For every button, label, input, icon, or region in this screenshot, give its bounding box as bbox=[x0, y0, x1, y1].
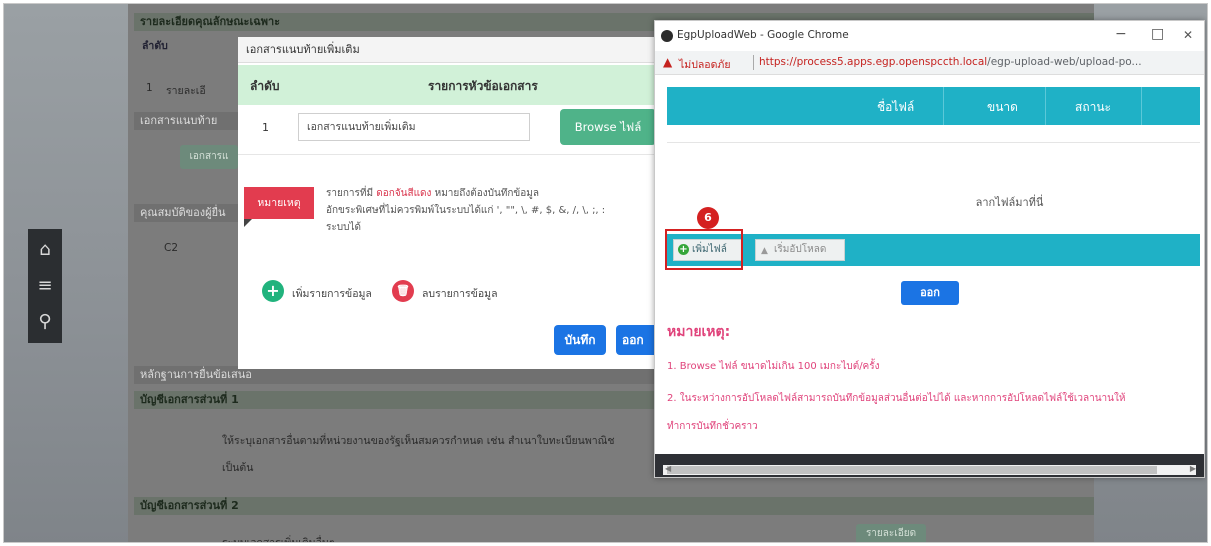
row-number: 1 bbox=[262, 121, 269, 134]
qual-section: คุณสมบัติของผู้ยื่น bbox=[134, 204, 238, 222]
doc-part1-text2: เป็นต้น bbox=[222, 462, 254, 474]
search-icon[interactable]: ⚲ bbox=[28, 305, 62, 339]
modal-table-header: ลำดับ รายการหัวข้อเอกสาร bbox=[238, 65, 718, 105]
close-icon[interactable]: ✕ bbox=[1183, 28, 1193, 42]
url-text[interactable]: https://process5.apps.egp.openspccth.loc… bbox=[759, 56, 1142, 68]
table-row: 1 เอกสารแนบท้ายเพิ่มเติม Browse ไฟล์ bbox=[238, 105, 718, 155]
doc-part2-header: บัญชีเอกสารส่วนที่ 2 bbox=[134, 497, 1094, 515]
note-line-2: 2. ในระหว่างการอัปโหลดไฟล์สามารถบันทึกข้… bbox=[667, 393, 1126, 404]
warning-icon: ▲ bbox=[663, 55, 673, 69]
row-number: 1 bbox=[146, 82, 153, 94]
document-title-input[interactable]: เอกสารแนบท้ายเพิ่มเติม bbox=[298, 113, 530, 141]
delete-row-label[interactable]: ลบรายการข้อมูล bbox=[422, 285, 498, 302]
browse-button[interactable]: Browse ไฟล์ bbox=[560, 109, 656, 145]
attach-modal: เอกสารแนบท้ายเพิ่มเติม ลำดับ รายการหัวข้… bbox=[238, 37, 718, 369]
modal-title: เอกสารแนบท้ายเพิ่มเติม bbox=[238, 37, 718, 63]
window-title: EgpUploadWeb - Google Chrome bbox=[677, 29, 849, 41]
upload-table-empty-row bbox=[667, 125, 1200, 143]
doc-part1-text: ให้ระบุเอกสารอื่นตามที่หน่วยงานของรัฐเห็… bbox=[222, 435, 615, 447]
note-line-1: 1. Browse ไฟล์ ขนาดไม่เกิน 100 เมกะไบต์/… bbox=[667, 361, 880, 372]
note-heading: หมายเหตุ: bbox=[667, 324, 731, 340]
menu-icon[interactable]: ≡ bbox=[28, 269, 62, 303]
col-list: รายการหัวข้อเอกสาร bbox=[428, 79, 538, 93]
detail-button[interactable]: รายละเอียด bbox=[856, 524, 926, 542]
scroll-right-icon[interactable]: ▶ bbox=[1190, 464, 1196, 473]
trash-icon[interactable]: 🗑 bbox=[392, 280, 414, 302]
col-size: ขนาด bbox=[987, 100, 1018, 114]
app-icon bbox=[661, 30, 673, 42]
col-filename: ชื่อไฟล์ bbox=[877, 100, 915, 114]
address-bar[interactable]: ▲ ไม่ปลอดภัย https://process5.apps.egp.o… bbox=[655, 51, 1204, 75]
maximize-icon[interactable]: □ bbox=[1151, 26, 1164, 42]
drop-zone[interactable]: ลากไฟล์มาที่นี่ bbox=[655, 193, 1204, 211]
modal-exit-button[interactable]: ออก bbox=[616, 325, 656, 355]
desktop-frame: รายละเอียดคุณลักษณะเฉพาะ ลำดับ 1 รายละเอ… bbox=[3, 3, 1208, 543]
not-secure-label[interactable]: ไม่ปลอดภัย bbox=[679, 56, 731, 73]
start-upload-button[interactable]: เริ่มอัปโหลด bbox=[755, 239, 845, 261]
home-icon[interactable]: ⌂ bbox=[28, 233, 62, 267]
step-badge: 6 bbox=[697, 207, 719, 229]
save-button[interactable]: บันทึก bbox=[554, 325, 606, 355]
add-row-icon[interactable]: + bbox=[262, 280, 284, 302]
chrome-window: EgpUploadWeb - Google Chrome − □ ✕ ▲ ไม่… bbox=[654, 20, 1205, 478]
note-line-3: ทำการบันทึกชั่วคราว bbox=[667, 421, 758, 432]
attach-section: เอกสารแนบท้าย bbox=[134, 112, 238, 130]
add-row-label[interactable]: เพิ่มรายการข้อมูล bbox=[292, 285, 372, 302]
attach-button[interactable]: เอกสารแ bbox=[180, 145, 238, 169]
background-left bbox=[4, 4, 128, 542]
note-badge: หมายเหตุ bbox=[244, 187, 314, 227]
row-text: รายละเอี bbox=[166, 85, 206, 97]
col-order-label: ลำดับ bbox=[142, 40, 168, 52]
doc-part2-text: ระบบเอกสารเพิ่มเติมอื่นๆ bbox=[222, 537, 335, 543]
minimize-icon[interactable]: − bbox=[1115, 26, 1127, 42]
left-nav: ⌂ ≡ ⚲ bbox=[28, 229, 62, 343]
horizontal-scrollbar[interactable]: ◀ ▶ bbox=[655, 454, 1204, 477]
col-order: ลำดับ bbox=[250, 79, 280, 93]
chrome-titlebar: EgpUploadWeb - Google Chrome − □ ✕ bbox=[655, 21, 1204, 51]
upload-exit-button[interactable]: ออก bbox=[901, 281, 959, 305]
upload-table-header: ชื่อไฟล์ ขนาด สถานะ bbox=[667, 87, 1200, 125]
scrollbar-thumb[interactable] bbox=[667, 466, 1157, 474]
qual-code: C2 bbox=[164, 242, 179, 254]
col-status: สถานะ bbox=[1075, 100, 1111, 114]
upload-toolbar: เพิ่มไฟล์ เริ่มอัปโหลด bbox=[667, 234, 1200, 266]
highlight-box bbox=[665, 229, 743, 270]
scroll-left-icon[interactable]: ◀ bbox=[665, 464, 671, 473]
